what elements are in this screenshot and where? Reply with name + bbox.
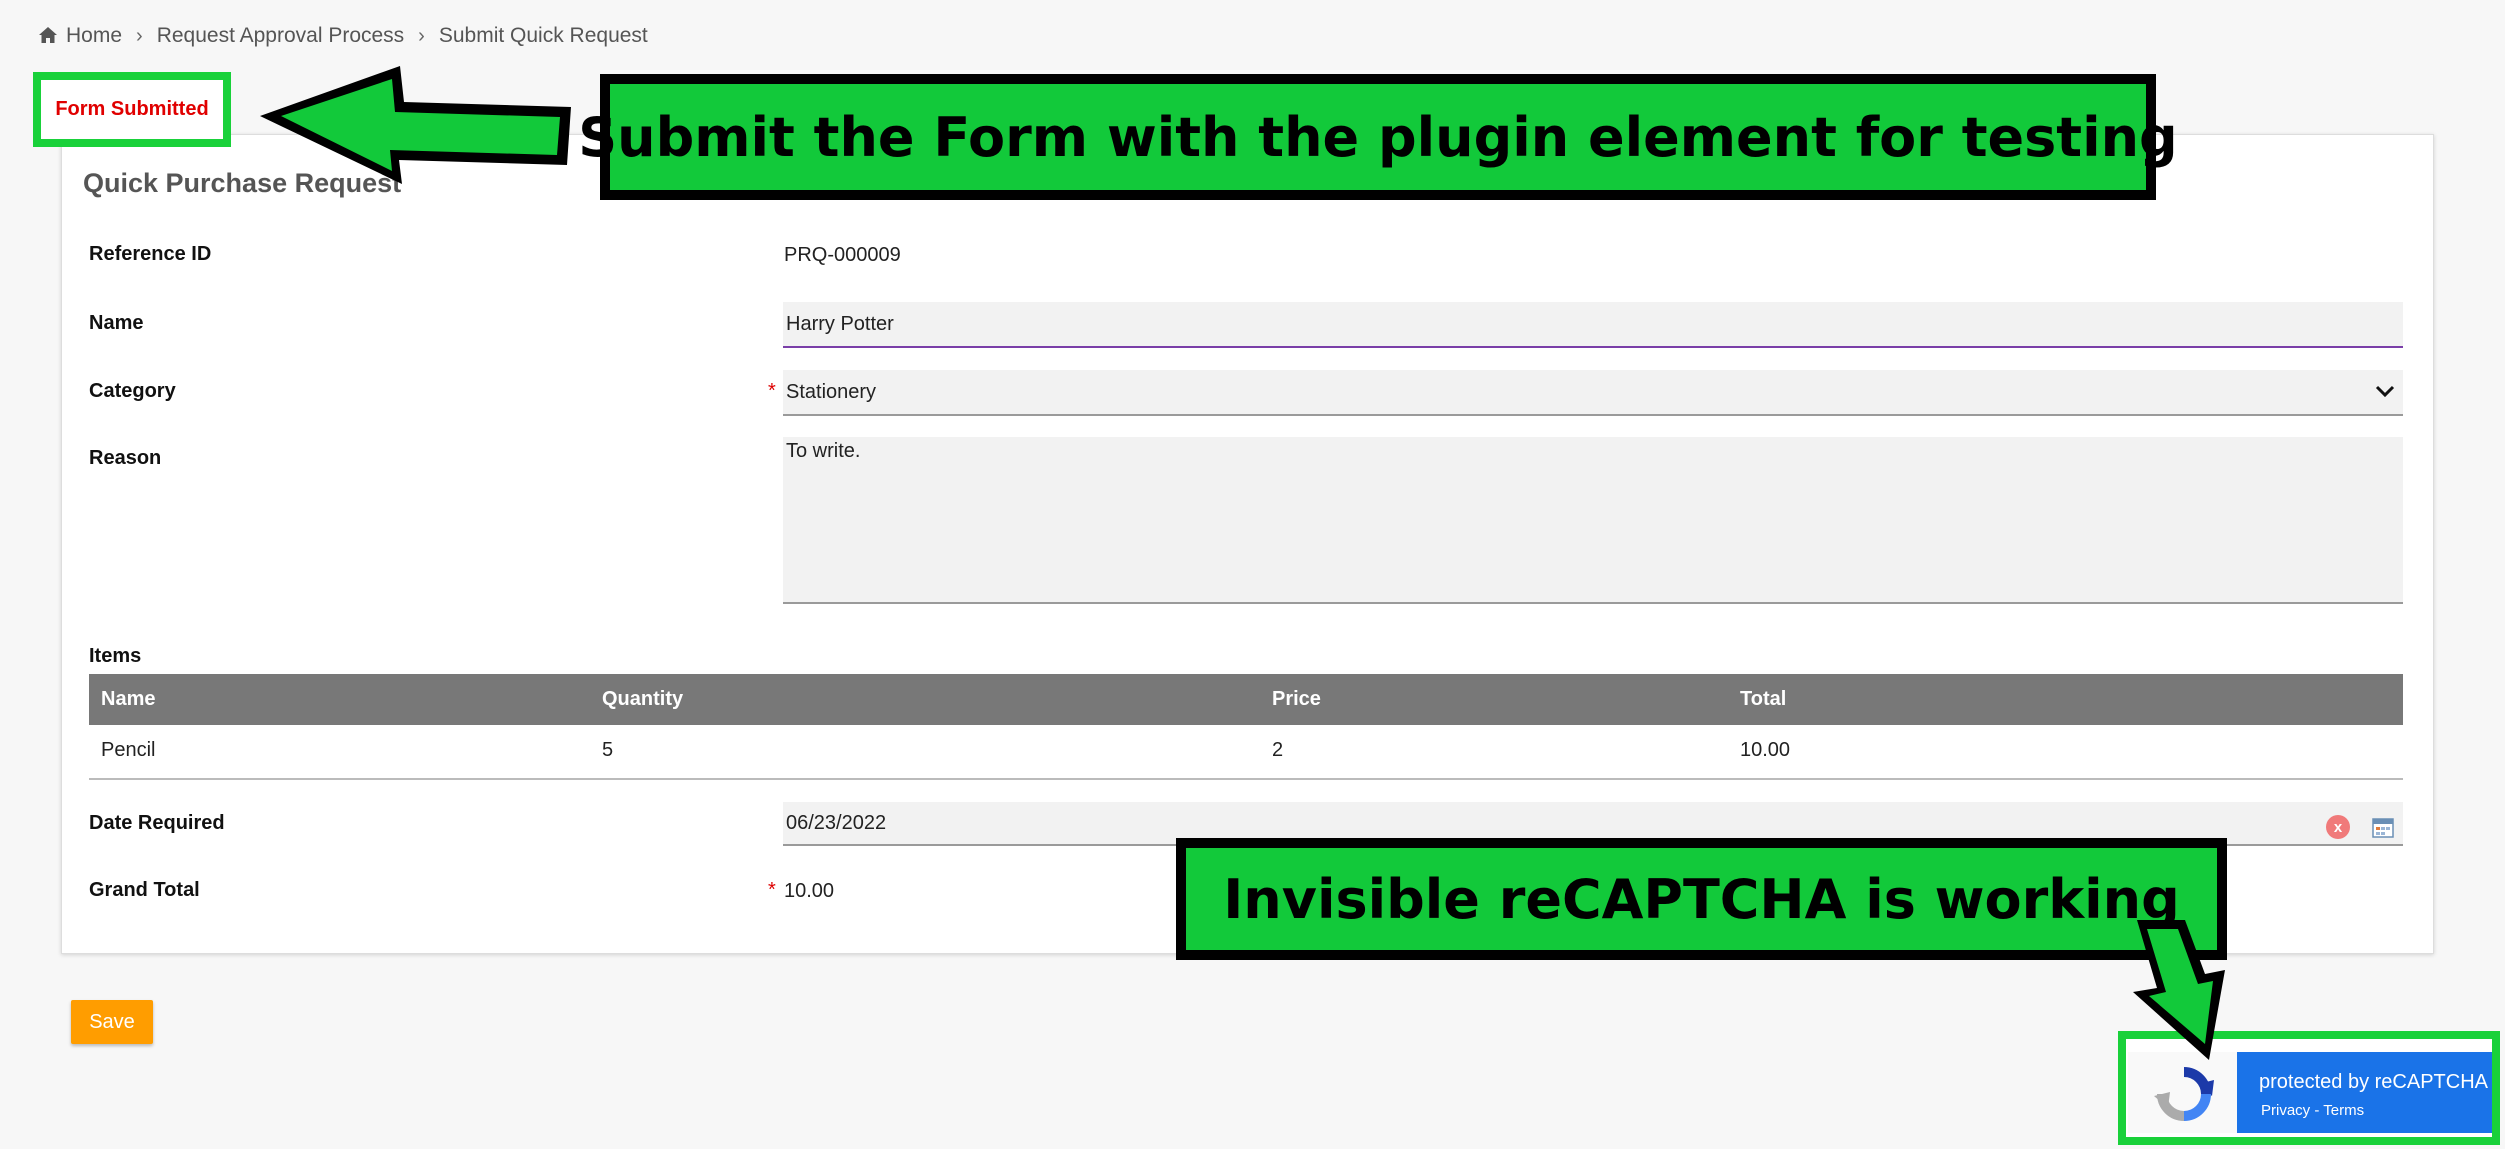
recaptcha-logo-icon: [2154, 1067, 2214, 1121]
arrow-left-icon: [260, 66, 571, 184]
recaptcha-title: protected by reCAPTCHA: [2259, 1071, 2488, 1093]
callout-recaptcha-working: Invisible reCAPTCHA is working: [1176, 838, 2227, 960]
breadcrumb: Home › Request Approval Process › Submit…: [38, 24, 648, 48]
reason-textarea[interactable]: To write.: [783, 437, 2403, 604]
form-submitted-highlight: Form Submitted: [33, 72, 231, 147]
table-row[interactable]: Pencil 5 2 10.00: [89, 725, 2403, 780]
recaptcha-badge-logo-area: [2128, 1052, 2238, 1133]
home-icon: [39, 27, 57, 43]
category-select-value: Stationery: [786, 381, 877, 403]
column-header-total: Total: [1740, 688, 1787, 710]
category-required-mark: *: [768, 380, 776, 402]
cell-item-name: Pencil: [101, 739, 156, 761]
reference-id-value: PRQ-000009: [784, 244, 901, 266]
category-select[interactable]: Stationery: [783, 370, 2403, 416]
recaptcha-privacy-terms-link[interactable]: Privacy - Terms: [2261, 1102, 2364, 1119]
column-header-name: Name: [101, 688, 156, 710]
items-table-header: Name Quantity Price Total: [89, 674, 2403, 725]
form-submitted-status: Form Submitted: [55, 98, 209, 120]
save-button[interactable]: Save: [71, 1000, 153, 1044]
grand-total-required-mark: *: [768, 879, 776, 901]
reason-textarea-value: To write.: [786, 440, 861, 462]
breadcrumb-separator: ›: [418, 24, 425, 47]
grand-total-label: Grand Total: [89, 879, 200, 901]
breadcrumb-home-label: Home: [66, 24, 123, 47]
breadcrumb-item-process[interactable]: Request Approval Process: [157, 24, 404, 48]
name-field[interactable]: Harry Potter: [783, 302, 2403, 348]
reference-id-label: Reference ID: [89, 243, 212, 265]
items-label: Items: [89, 645, 142, 667]
grand-total-value: 10.00: [784, 880, 835, 902]
breadcrumb-home[interactable]: Home: [38, 24, 122, 48]
category-label: Category: [89, 380, 176, 402]
column-header-price: Price: [1272, 688, 1321, 710]
calendar-icon[interactable]: [2372, 817, 2394, 838]
cell-item-total: 10.00: [1740, 739, 1791, 761]
callout-submit-form: Submit the Form with the plugin element …: [578, 74, 2178, 200]
column-header-quantity: Quantity: [602, 688, 684, 710]
cell-item-quantity: 5: [602, 739, 614, 761]
breadcrumb-item-current: Submit Quick Request: [438, 24, 648, 47]
name-field-value: Harry Potter: [786, 313, 894, 335]
reason-label: Reason: [89, 447, 162, 469]
clear-icon[interactable]: x: [2326, 815, 2350, 839]
date-required-value: 06/23/2022: [786, 812, 887, 834]
chevron-down-icon: [2375, 385, 2395, 398]
cell-item-price: 2: [1272, 739, 1284, 761]
date-required-label: Date Required: [89, 812, 225, 834]
name-label: Name: [89, 312, 144, 334]
breadcrumb-separator: ›: [136, 24, 143, 47]
arrow-down-icon: [2133, 920, 2225, 1060]
